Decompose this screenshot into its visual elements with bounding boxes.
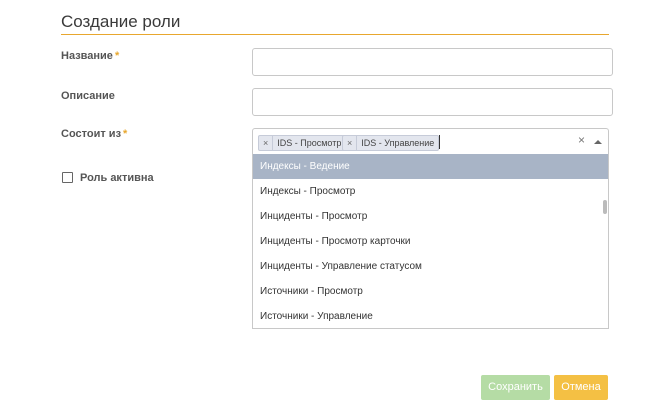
name-label-text: Название <box>61 50 113 62</box>
consists-label: Состоит из * <box>61 128 127 140</box>
selected-tag: × IDS - Просмотр <box>258 135 347 151</box>
role-active-label: Роль активна <box>80 172 154 184</box>
clear-icon[interactable]: × <box>578 133 585 147</box>
dropdown-option[interactable]: Инциденты - Управление статусом <box>253 254 608 279</box>
remove-tag-icon[interactable]: × <box>259 136 274 150</box>
required-mark: * <box>114 50 120 62</box>
dropdown-scrollbar[interactable] <box>603 200 607 214</box>
name-input[interactable] <box>252 48 613 76</box>
required-mark: * <box>123 128 128 140</box>
chevron-up-icon[interactable] <box>594 140 602 144</box>
selected-tag: × IDS - Управление <box>342 135 440 151</box>
description-label: Описание <box>61 90 115 102</box>
tag-label: IDS - Управление <box>361 138 435 148</box>
page-title: Создание роли <box>61 12 181 31</box>
consists-label-text: Состоит из <box>61 128 122 140</box>
tag-label: IDS - Просмотр <box>277 138 342 148</box>
remove-tag-icon[interactable]: × <box>343 136 358 150</box>
dropdown-option[interactable]: Инциденты - Просмотр <box>253 204 608 229</box>
dropdown-option[interactable]: Инциденты - Просмотр карточки <box>253 229 608 254</box>
role-active-checkbox[interactable] <box>62 172 73 183</box>
title-divider <box>61 34 609 35</box>
description-input[interactable] <box>252 88 613 116</box>
dropdown-option[interactable]: Индексы - Просмотр <box>253 179 608 204</box>
name-label: Название * <box>61 50 119 62</box>
options-dropdown: Индексы - Ведение Индексы - Просмотр Инц… <box>252 154 609 329</box>
dropdown-option[interactable]: Источники - Управление <box>253 304 608 328</box>
dropdown-option[interactable]: Индексы - Ведение <box>253 154 608 179</box>
cancel-button[interactable]: Отмена <box>554 375 608 400</box>
text-caret <box>439 135 440 149</box>
save-button[interactable]: Сохранить <box>481 375 550 400</box>
roles-multiselect[interactable]: × IDS - Просмотр × IDS - Управление × <box>252 128 609 155</box>
dropdown-option[interactable]: Источники - Просмотр <box>253 279 608 304</box>
